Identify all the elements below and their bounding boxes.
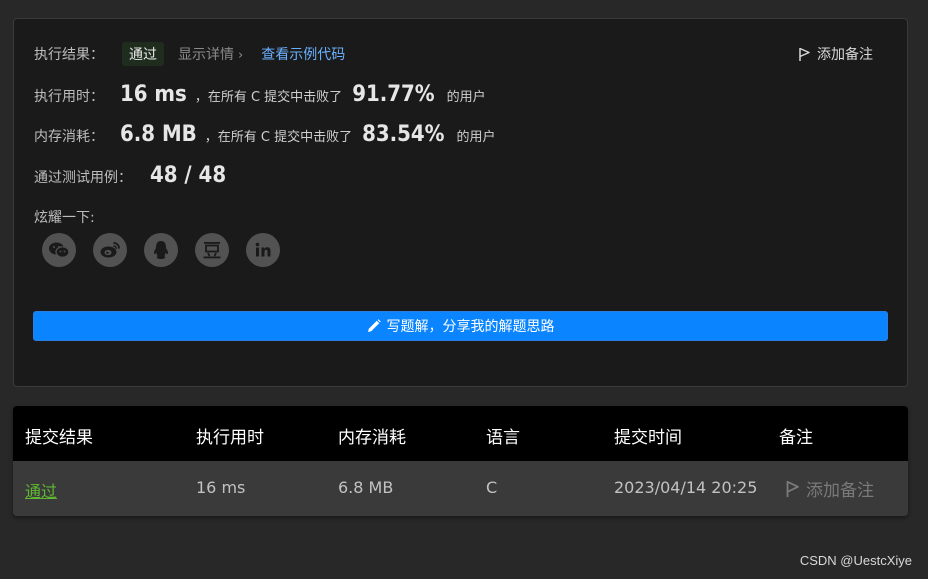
- result-label: 执行结果：: [34, 47, 104, 63]
- chevron-right-icon: ›: [238, 48, 244, 63]
- header-runtime: 执行用时: [196, 428, 264, 448]
- table-header: 提交结果 执行用时 内存消耗 语言 提交时间 备注: [13, 406, 908, 461]
- memory-label: 内存消耗：: [34, 129, 104, 145]
- row-language: C: [486, 478, 498, 497]
- tests-value: 48 / 48: [150, 163, 227, 188]
- row-memory: 6.8 MB: [338, 478, 394, 497]
- memory-suffix: 的用户: [456, 130, 496, 145]
- runtime-suffix: 的用户: [446, 90, 486, 105]
- view-example-code-link[interactable]: 查看示例代码: [261, 44, 345, 64]
- runtime-compare-text: ，在所有 C 提交中击败了: [194, 90, 343, 105]
- runtime-value: 16 ms: [120, 82, 187, 107]
- memory-row: 内存消耗： 6.8 MB ，在所有 C 提交中击败了 83.54% 的用户: [34, 122, 496, 147]
- tests-label: 通过测试用例：: [34, 170, 132, 186]
- row-add-note-button[interactable]: 添加备注: [785, 476, 874, 501]
- share-label: 炫耀一下:: [34, 210, 95, 226]
- qq-icon[interactable]: [144, 233, 178, 267]
- wechat-icon[interactable]: [42, 233, 76, 267]
- flag-icon: [786, 480, 799, 497]
- share-row-label: 炫耀一下:: [34, 207, 95, 227]
- linkedin-icon[interactable]: [246, 233, 280, 267]
- row-result-link[interactable]: 通过: [25, 478, 57, 502]
- header-memory: 内存消耗: [338, 428, 406, 448]
- memory-compare-text: ，在所有 C 提交中击败了: [204, 130, 353, 145]
- row-runtime: 16 ms: [196, 478, 246, 497]
- write-solution-label: 写题解，分享我的解题思路: [386, 319, 555, 335]
- submission-table: 提交结果 执行用时 内存消耗 语言 提交时间 备注 通过 16 ms 6.8 M…: [13, 406, 908, 516]
- add-note-button[interactable]: 添加备注: [798, 44, 873, 64]
- result-row: 执行结果： 通过 显示详情 › 查看示例代码: [34, 42, 345, 66]
- runtime-row: 执行用时： 16 ms ，在所有 C 提交中击败了 91.77% 的用户: [34, 82, 486, 107]
- flag-icon: [799, 47, 810, 61]
- weibo-icon[interactable]: [93, 233, 127, 267]
- runtime-label: 执行用时：: [34, 89, 104, 105]
- header-time: 提交时间: [614, 428, 682, 448]
- douban-icon[interactable]: [195, 233, 229, 267]
- write-solution-button[interactable]: 写题解，分享我的解题思路: [33, 311, 888, 341]
- pencil-icon: [367, 319, 381, 332]
- status-badge: 通过: [122, 42, 164, 66]
- memory-percent: 83.54%: [362, 122, 445, 147]
- runtime-percent: 91.77%: [352, 82, 435, 107]
- show-details-link[interactable]: 显示详情 ›: [178, 44, 243, 64]
- row-time: 2023/04/14 20:25: [614, 478, 758, 497]
- header-result: 提交结果: [25, 428, 93, 448]
- header-language: 语言: [486, 428, 520, 448]
- share-icons: [42, 233, 297, 267]
- row-add-note-label: 添加备注: [806, 481, 874, 501]
- header-note: 备注: [779, 428, 813, 448]
- tests-row: 通过测试用例： 48 / 48: [34, 163, 226, 188]
- submission-result-panel: 执行结果： 通过 显示详情 › 查看示例代码 添加备注 执行用时： 16 ms ，…: [13, 18, 908, 387]
- memory-value: 6.8 MB: [120, 122, 197, 147]
- watermark: CSDN @UestcXiye: [799, 553, 912, 568]
- add-note-label: 添加备注: [817, 47, 873, 63]
- table-row: 通过 16 ms 6.8 MB C 2023/04/14 20:25 添加备注: [13, 461, 908, 516]
